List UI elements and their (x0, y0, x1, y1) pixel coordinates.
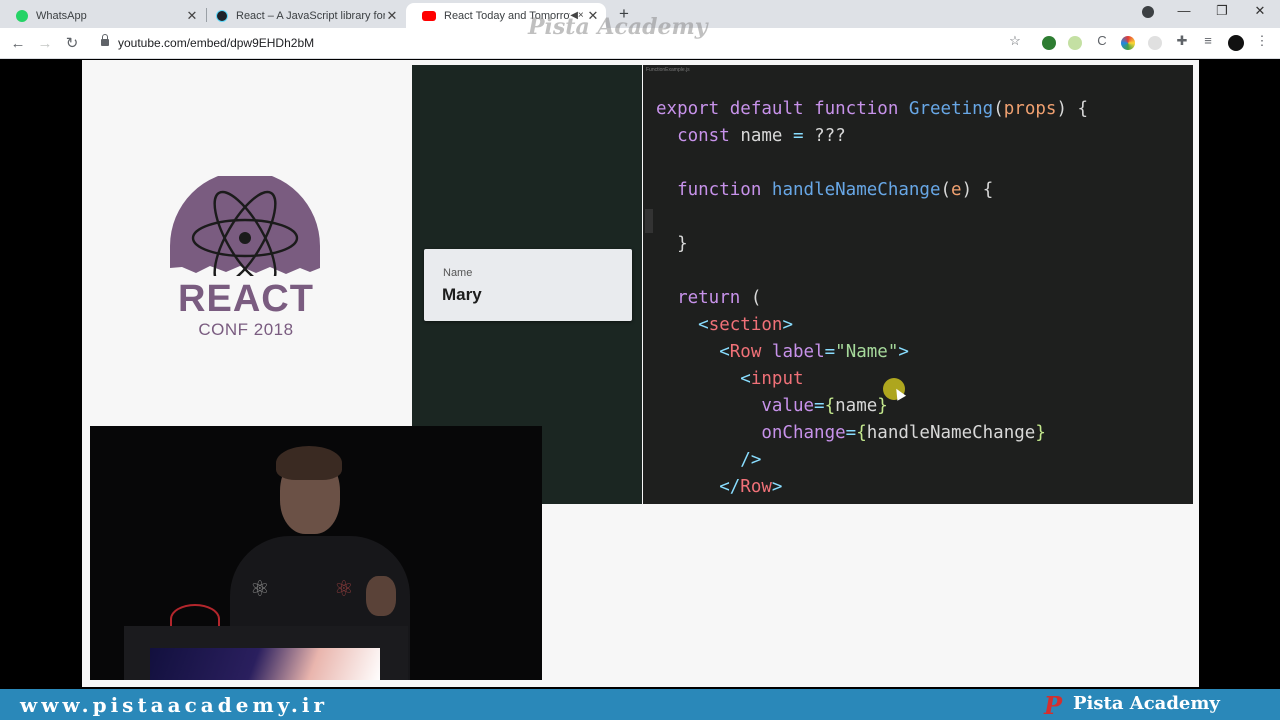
tab-react-docs[interactable]: React – A JavaScript library for bu ✕ (200, 3, 405, 28)
podium-screen (150, 648, 380, 680)
forward-icon[interactable]: → (35, 34, 55, 54)
tab-title: React – A JavaScript library for bu (236, 9, 385, 22)
close-window-icon[interactable]: ✕ (1249, 3, 1271, 19)
pista-logo-icon: P (1044, 691, 1063, 720)
speaker-video: ⚛ ⚛ (90, 426, 542, 680)
minimize-icon[interactable]: — (1173, 3, 1195, 18)
shirt-atom-icon: ⚛ (334, 576, 354, 601)
restore-icon[interactable]: ❐ (1211, 3, 1233, 19)
extension-c-icon[interactable]: C (1093, 33, 1111, 48)
extensions-puzzle-icon[interactable]: ✚ (1173, 33, 1191, 49)
name-field-card: Name Mary (424, 249, 632, 321)
code-line: } (677, 234, 688, 254)
field-label: Name (443, 267, 473, 279)
menu-kebab-icon[interactable]: ⋮ (1253, 33, 1271, 49)
code-line: const name = ??? (677, 126, 846, 146)
extension-gray-icon[interactable] (1148, 36, 1162, 50)
code-line: value={name} (761, 396, 888, 416)
watermark-text: Pista Academy (528, 14, 708, 40)
speaker-hand (366, 576, 396, 616)
name-input[interactable]: Mary (442, 285, 482, 305)
tab-whatsapp[interactable]: WhatsApp ✕ (0, 3, 205, 28)
conference-name: REACT (178, 278, 314, 320)
close-tab-icon[interactable]: ✕ (385, 8, 399, 24)
extension-color-icon[interactable] (1121, 36, 1135, 50)
code-line: <input (740, 369, 804, 389)
react-icon (216, 9, 228, 22)
code-line: <section> (698, 315, 794, 335)
address-bar[interactable]: youtube.com/embed/dpw9EHDh2bM (118, 36, 314, 50)
whatsapp-icon (16, 9, 28, 22)
avatar[interactable] (1228, 35, 1244, 51)
extension-cloud-icon[interactable] (1068, 36, 1082, 50)
react-conf-logo-icon (170, 176, 320, 276)
lock-icon (101, 34, 109, 47)
speaker-hair (276, 446, 342, 480)
code-line: return ( (677, 288, 762, 308)
footer-brand: Pista Academy (1073, 693, 1220, 714)
reading-list-icon[interactable]: ≡ (1199, 33, 1217, 48)
code-block: export default function Greeting(props) … (656, 96, 1088, 501)
close-tab-icon[interactable]: ✕ (185, 8, 199, 24)
shirt-atom-icon: ⚛ (250, 576, 270, 601)
letterbox-right (1199, 60, 1280, 687)
tab-title: WhatsApp (36, 9, 87, 22)
editor-menu-bar (923, 66, 1183, 72)
footer-banner: www.pistaacademy.ir P Pista Academy (0, 689, 1280, 720)
youtube-icon (422, 10, 436, 21)
screen: WhatsApp ✕ React – A JavaScript library … (0, 0, 1280, 720)
conference-year: CONF 2018 (198, 320, 294, 339)
bookmark-star-icon[interactable]: ☆ (1006, 33, 1024, 49)
code-line: onChange={handleNameChange} (761, 423, 1046, 443)
back-icon[interactable]: ← (8, 34, 28, 54)
code-editor: FunctionExample.js export default functi… (643, 65, 1193, 504)
editor-gutter-marker (645, 209, 653, 233)
code-line: export default function Greeting(props) … (656, 99, 1089, 119)
code-line: </Row> (719, 477, 783, 497)
extension-globe-icon[interactable] (1042, 36, 1056, 50)
code-line: /> (740, 450, 762, 470)
reload-icon[interactable]: ↻ (62, 34, 82, 54)
profile-menu-icon[interactable] (1137, 6, 1159, 21)
editor-file-tab: FunctionExample.js (646, 67, 690, 73)
footer-url: www.pistaacademy.ir (20, 693, 329, 717)
code-line: <Row label="Name"> (719, 342, 909, 362)
code-line: function handleNameChange(e) { (677, 180, 994, 200)
